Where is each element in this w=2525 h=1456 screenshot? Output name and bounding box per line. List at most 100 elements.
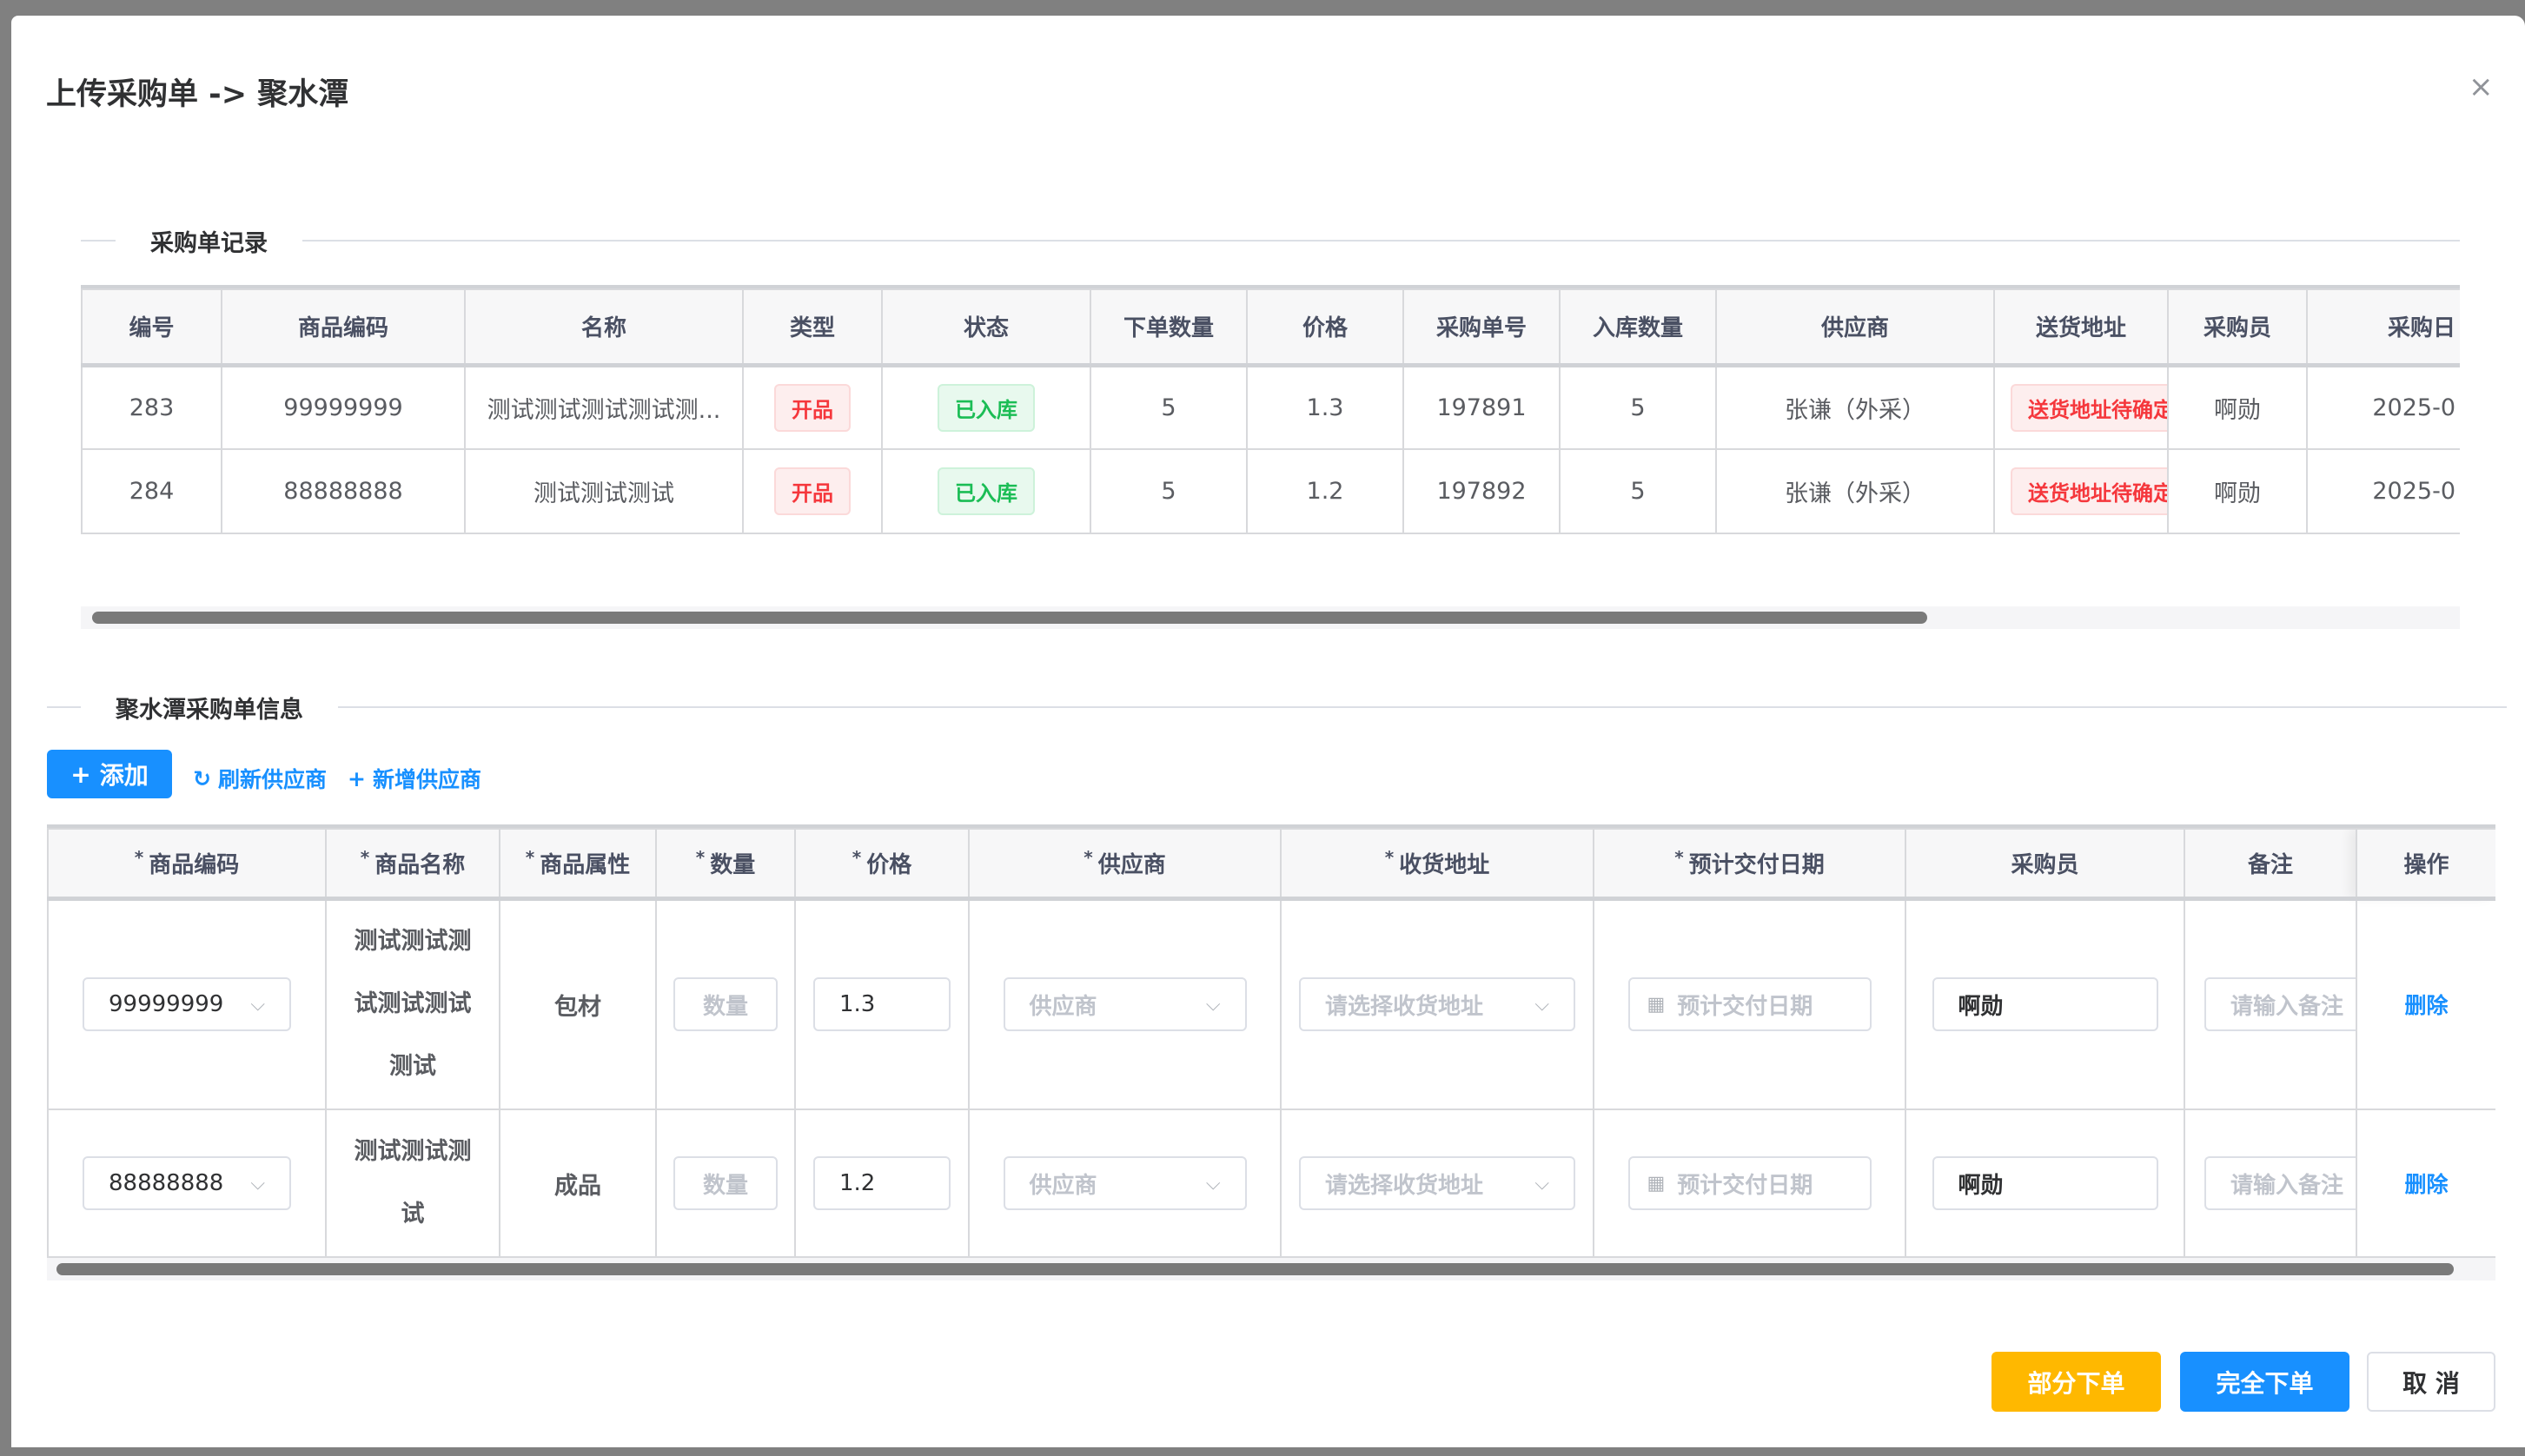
supplier-select[interactable]: 供应商 ⌵: [1003, 1156, 1247, 1210]
table-row: 283 99999999 测试测试测试测试测... 开品 已入库 5 1.3 1…: [81, 364, 2460, 450]
chevron-down-icon: ⌵: [1205, 993, 1221, 1016]
chevron-down-icon: ⌵: [1534, 993, 1549, 1016]
cell-id: 284: [81, 448, 222, 534]
add-button[interactable]: + 添加: [47, 750, 172, 798]
column-header: 状态: [881, 288, 1091, 367]
add-label: 添加: [99, 761, 149, 790]
product-code-select[interactable]: 88888888 ⌵: [83, 1156, 291, 1210]
section-divider: [47, 706, 2507, 708]
info-section-title: 聚水潭采购单信息: [81, 691, 338, 725]
column-header: 操作: [2356, 828, 2495, 901]
cell-name: 测试测试测试测试测...: [464, 364, 744, 450]
address-badge: 送货地址待确定: [2011, 383, 2166, 432]
cell-in-qty: 5: [1559, 364, 1717, 450]
cell-product-name: 测试测试测试测试测试测试: [325, 897, 500, 1110]
column-header: 商品编码: [221, 288, 466, 367]
new-supplier-label: 新增供应商: [372, 767, 481, 792]
purchase-info-table: * 商品编码 * 商品名称 * 商品属性 * 数量 * 价格 * 供应商 * 收货地址 * 预计…: [47, 824, 2495, 1258]
chevron-down-icon: ⌵: [250, 1172, 265, 1195]
chevron-down-icon: ⌵: [1534, 1172, 1549, 1195]
column-header: * 数量: [655, 828, 796, 901]
cancel-button[interactable]: 取 消: [2367, 1352, 2495, 1412]
product-code-select[interactable]: 99999999 ⌵: [83, 977, 291, 1032]
column-header: 名称: [464, 288, 744, 367]
calendar-icon: ▦: [1647, 993, 1666, 1016]
table-row: 99999999 ⌵ 测试测试测试测试测试测试 包材 数量 1.3 供应商 ⌵ 请选…: [47, 897, 2495, 1110]
cell-price: 1.2: [1246, 448, 1404, 534]
address-select[interactable]: 请选择收货地址 ⌵: [1299, 977, 1575, 1032]
cell-name: 测试测试测试: [464, 448, 744, 534]
column-header: 送货地址: [1993, 288, 2169, 367]
table-row: 88888888 ⌵ 测试测试测试 成品 数量 1.2 供应商 ⌵ 请选择收货地址 ⌵…: [47, 1109, 2495, 1258]
cell-product-attr: 包材: [499, 897, 657, 1110]
delete-link[interactable]: 删除: [2404, 1172, 2448, 1197]
cell-id: 283: [81, 364, 222, 450]
upload-purchase-dialog: 上传采购单 -> 聚水潭 × 采购单记录 编号 商品编码 名称 类型 状态 下单…: [11, 16, 2525, 1447]
status-badge: 已入库: [938, 467, 1035, 515]
table-header: * 商品编码 * 商品名称 * 商品属性 * 数量 * 价格 * 供应商 * 收货地址 * 预计…: [47, 828, 2495, 901]
column-header: 采购员: [1905, 828, 2185, 901]
calendar-icon: ▦: [1647, 1172, 1666, 1195]
price-input[interactable]: 1.2: [813, 1156, 951, 1210]
cell-buyer: 啊勋: [2167, 448, 2308, 534]
new-supplier-link[interactable]: + 新增供应商: [348, 763, 481, 794]
column-header: 供应商: [1715, 288, 1995, 367]
column-header: 下单数量: [1090, 288, 1248, 367]
table-row: 284 88888888 测试测试测试 开品 已入库 5 1.2 197892 …: [81, 448, 2460, 534]
supplier-select[interactable]: 供应商 ⌵: [1003, 977, 1247, 1032]
quantity-input[interactable]: 数量: [673, 1156, 778, 1210]
price-input[interactable]: 1.3: [813, 977, 951, 1032]
column-header: 采购员: [2167, 288, 2308, 367]
cell-code: 99999999: [221, 364, 466, 450]
partial-order-button[interactable]: 部分下单: [1992, 1352, 2161, 1412]
address-select[interactable]: 请选择收货地址 ⌵: [1299, 1156, 1575, 1210]
column-header: 采购单号: [1402, 288, 1561, 367]
cell-qty: 5: [1090, 364, 1248, 450]
cell-code: 88888888: [221, 448, 466, 534]
remark-input[interactable]: 请输入备注: [2204, 1156, 2355, 1210]
status-badge: 已入库: [938, 383, 1035, 432]
column-header: * 价格: [794, 828, 970, 901]
column-header: 类型: [742, 288, 883, 367]
cell-price: 1.3: [1246, 364, 1404, 450]
type-badge: 开品: [774, 467, 851, 515]
cell-buyer: 啊勋: [2167, 364, 2308, 450]
cell-supplier: 张谦（外采）: [1715, 448, 1995, 534]
buyer-input[interactable]: 啊勋: [1932, 1156, 2158, 1210]
quantity-input[interactable]: 数量: [673, 977, 778, 1032]
delete-link[interactable]: 删除: [2404, 993, 2448, 1018]
column-header: 价格: [1246, 288, 1404, 367]
buyer-input[interactable]: 啊勋: [1932, 977, 2158, 1032]
table-header: 编号 商品编码 名称 类型 状态 下单数量 价格 采购单号 入库数量 供应商 送…: [81, 288, 2460, 367]
column-header: * 供应商: [968, 828, 1282, 901]
column-header: * 商品编码: [47, 828, 327, 901]
cell-in-qty: 5: [1559, 448, 1717, 534]
close-icon[interactable]: ×: [2469, 69, 2494, 104]
plus-icon: +: [348, 765, 366, 791]
address-badge: 送货地址待确定: [2011, 467, 2166, 515]
section-divider: [81, 240, 2460, 242]
cell-date: 2025-0: [2306, 364, 2460, 450]
cell-qty: 5: [1090, 448, 1248, 534]
column-header: * 商品名称: [325, 828, 500, 901]
column-header: 采购日: [2306, 288, 2460, 367]
cell-product-name: 测试测试测试: [325, 1109, 500, 1258]
remark-input[interactable]: 请输入备注: [2204, 977, 2355, 1032]
column-header: 编号: [81, 288, 222, 367]
records-scrollbar-thumb[interactable]: [92, 612, 1927, 624]
refresh-supplier-link[interactable]: ↻ 刷新供应商: [193, 763, 327, 794]
cell-product-attr: 成品: [499, 1109, 657, 1258]
full-order-button[interactable]: 完全下单: [2180, 1352, 2349, 1412]
info-scrollbar-thumb[interactable]: [56, 1263, 2454, 1275]
delivery-date-picker[interactable]: ▦ 预计交付日期: [1627, 977, 1872, 1032]
delivery-date-picker[interactable]: ▦ 预计交付日期: [1627, 1156, 1872, 1210]
chevron-down-icon: ⌵: [250, 993, 265, 1016]
chevron-down-icon: ⌵: [1205, 1172, 1221, 1195]
refresh-label: 刷新供应商: [217, 767, 327, 792]
dialog-title: 上传采购单 -> 聚水潭: [46, 77, 349, 112]
cell-po: 197891: [1402, 364, 1561, 450]
plus-icon: +: [70, 759, 91, 789]
cell-po: 197892: [1402, 448, 1561, 534]
cell-date: 2025-0: [2306, 448, 2460, 534]
column-header: * 商品属性: [499, 828, 657, 901]
